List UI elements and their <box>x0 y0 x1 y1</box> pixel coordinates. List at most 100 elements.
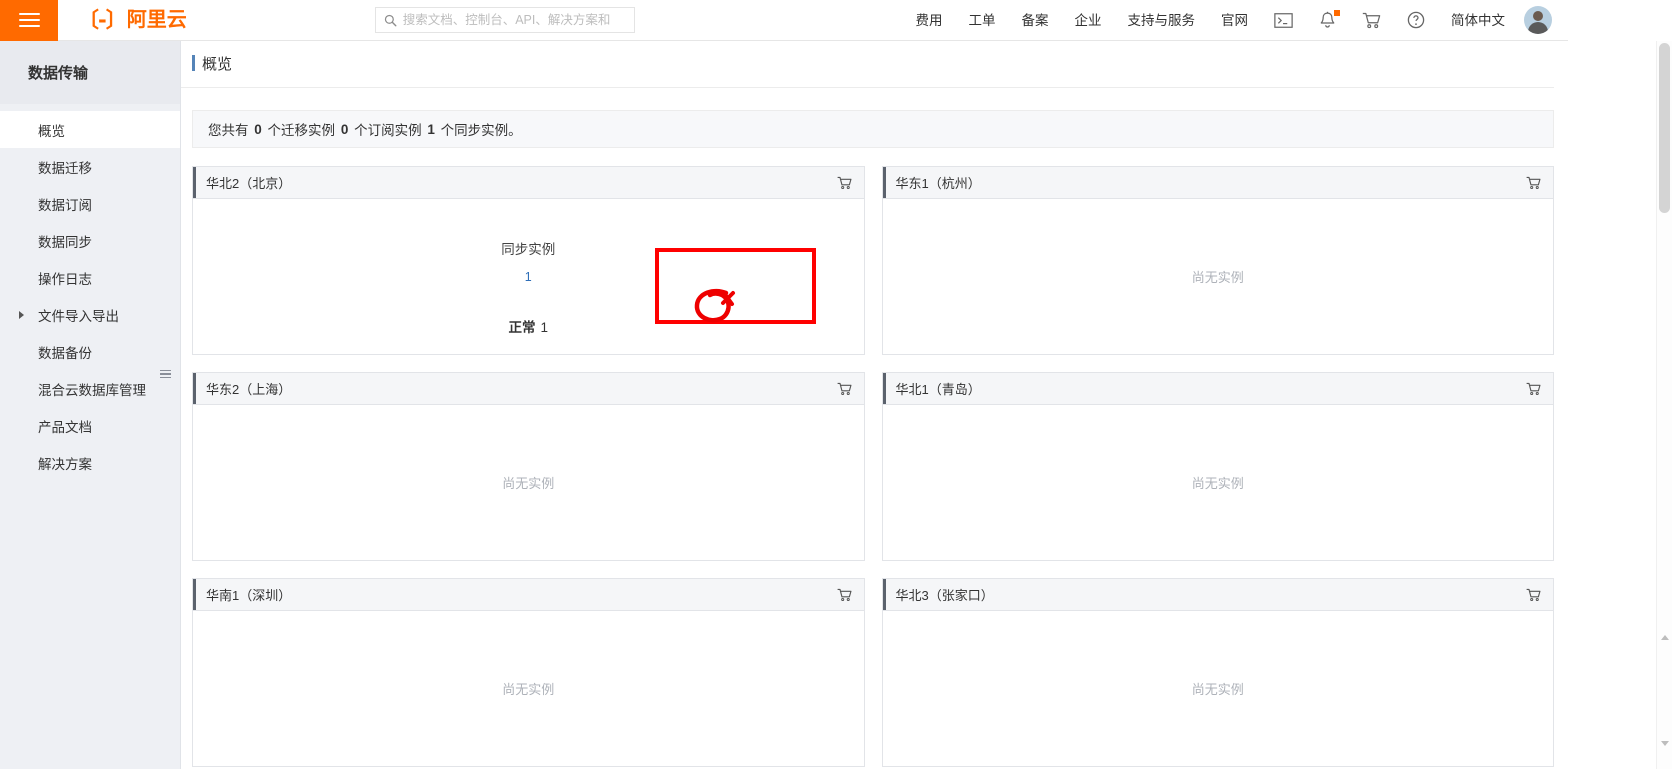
empty-state-text: 尚无实例 <box>1191 270 1244 285</box>
sidebar-item-solutions[interactable]: 解决方案 <box>0 444 180 481</box>
sidebar-item-label: 产品文档 <box>38 419 92 435</box>
sidebar-item-label: 概览 <box>38 123 65 139</box>
sidebar: 数据传输 概览 数据迁移 数据订阅 数据同步 操作日志 文件导入导出 数据备份 … <box>0 41 181 769</box>
aliyun-logo[interactable]: 〔-〕 阿里云 <box>58 0 205 41</box>
notifications-bell-icon[interactable] <box>1306 0 1349 41</box>
red-circle-scribble <box>694 288 735 323</box>
aliyun-logo-text: 阿里云 <box>126 9 187 31</box>
red-highlight-rectangle <box>655 248 816 324</box>
empty-state-text: 尚无实例 <box>502 476 555 491</box>
language-selector[interactable]: 简体中文 <box>1438 0 1518 41</box>
topnav-item-website[interactable]: 官网 <box>1208 0 1261 41</box>
scrollbar-thumb[interactable] <box>1659 43 1670 213</box>
topnav-item-enterprise[interactable]: 企业 <box>1062 0 1115 41</box>
shopping-cart-icon[interactable] <box>1526 176 1541 190</box>
collapse-line <box>160 373 171 375</box>
status-count: 1 <box>540 320 548 335</box>
empty-state-text: 尚无实例 <box>502 682 555 697</box>
sync-instance-box[interactable]: 同步实例 1 <box>446 221 611 301</box>
topnav-item-fees[interactable]: 费用 <box>903 0 956 41</box>
region-card-header: 华北1（青岛） <box>882 373 1553 405</box>
sync-instance-stat: 同步实例 1 正常 1 <box>446 221 611 336</box>
sidebar-item-label: 混合云数据库管理 <box>38 382 146 398</box>
sidebar-item-product-docs[interactable]: 产品文档 <box>0 407 180 444</box>
region-card-body: 尚无实例 <box>883 405 1554 560</box>
hamburger-line <box>18 13 40 15</box>
summary-subscription-unit: 个订阅实例 <box>354 123 422 138</box>
top-navigation-bar: 〔-〕 阿里云 费用 工单 备案 企业 支持与服务 官网 <box>0 0 1568 41</box>
sidebar-item-label: 数据备份 <box>38 345 92 361</box>
summary-suffix: 。 <box>508 123 522 138</box>
hamburger-menu-icon[interactable] <box>0 0 58 41</box>
region-card-header: 华东2（上海） <box>193 373 864 405</box>
console-terminal-icon[interactable] <box>1261 0 1306 41</box>
sidebar-item-overview[interactable]: 概览 <box>0 111 180 148</box>
summary-migration-count: 0 <box>254 121 262 137</box>
region-card-body: 尚无实例 <box>193 405 864 560</box>
shopping-cart-icon[interactable] <box>1349 0 1394 41</box>
sidebar-item-label: 数据同步 <box>38 234 92 250</box>
sync-instance-label: 同步实例 <box>501 242 556 257</box>
shopping-cart-icon[interactable] <box>837 176 852 190</box>
search-input[interactable] <box>402 13 626 27</box>
topnav-item-tickets[interactable]: 工单 <box>956 0 1009 41</box>
region-card-zhangjiakou: 华北3（张家口） 尚无实例 <box>881 578 1554 767</box>
hamburger-line <box>18 19 40 21</box>
shopping-cart-icon[interactable] <box>837 588 852 602</box>
summary-subscription-count: 0 <box>340 121 349 137</box>
sidebar-item-operation-log[interactable]: 操作日志 <box>0 259 180 296</box>
user-avatar[interactable] <box>1524 6 1552 34</box>
summary-migration-unit: 个迁移实例 <box>267 123 336 138</box>
sidebar-product-title: 数据传输 <box>0 41 180 104</box>
region-card-header: 华东1（杭州） <box>882 167 1553 199</box>
region-title: 华东2（上海） <box>206 382 292 397</box>
page-scrollbar[interactable] <box>1656 41 1672 769</box>
main-content: 概览 您共有 0 个迁移实例 0 个订阅实例 1 个同步实例 。 华北2（北京） <box>181 41 1568 769</box>
summary-sync-unit: 个同步实例 <box>440 123 509 138</box>
region-title: 华北1（青岛） <box>895 382 981 397</box>
help-circle-icon[interactable] <box>1394 0 1438 41</box>
avatar-head <box>1533 11 1543 21</box>
top-nav-items: 费用 工单 备案 企业 支持与服务 官网 简体中文 <box>903 0 1569 41</box>
shopping-cart-icon[interactable] <box>1526 382 1541 396</box>
hamburger-line <box>18 25 40 27</box>
empty-state-text: 尚无实例 <box>1191 476 1244 491</box>
chevron-right-icon <box>19 310 24 319</box>
scroll-up-arrow-icon[interactable] <box>1661 635 1669 640</box>
region-card-header: 华南1（深圳） <box>193 579 864 611</box>
shopping-cart-icon[interactable] <box>1526 588 1541 602</box>
region-card-body: 同步实例 1 正常 1 <box>193 199 864 354</box>
instance-status-row: 正常 1 <box>508 316 548 336</box>
summary-prefix: 您共有 <box>208 123 249 138</box>
scroll-down-arrow-icon[interactable] <box>1661 741 1669 746</box>
topnav-item-support[interactable]: 支持与服务 <box>1115 0 1209 41</box>
region-card-beijing: 华北2（北京） 同步实例 1 正常 1 <box>192 166 865 355</box>
region-card-header: 华北3（张家口） <box>882 579 1553 611</box>
sidebar-item-data-sync[interactable]: 数据同步 <box>0 222 180 259</box>
sidebar-menu: 概览 数据迁移 数据订阅 数据同步 操作日志 文件导入导出 数据备份 混合云数据… <box>0 104 180 481</box>
collapse-line <box>160 369 171 372</box>
region-card-hangzhou: 华东1（杭州） 尚无实例 <box>881 166 1554 355</box>
region-card-body: 尚无实例 <box>883 199 1554 354</box>
summary-sync-count: 1 <box>427 121 435 137</box>
sidebar-item-hybrid-cloud-db[interactable]: 混合云数据库管理 <box>0 370 180 407</box>
sync-instance-count-link[interactable]: 1 <box>525 270 532 284</box>
sidebar-item-data-migration[interactable]: 数据迁移 <box>0 148 180 185</box>
sidebar-collapse-handle[interactable] <box>158 363 173 385</box>
sidebar-item-label: 数据迁移 <box>38 160 92 176</box>
page-header: 概览 <box>181 41 1554 88</box>
sidebar-item-data-backup[interactable]: 数据备份 <box>0 333 180 370</box>
status-label: 正常 <box>508 320 536 335</box>
shopping-cart-icon[interactable] <box>837 382 852 396</box>
sidebar-item-file-import-export[interactable]: 文件导入导出 <box>0 296 180 333</box>
instance-summary-bar: 您共有 0 个迁移实例 0 个订阅实例 1 个同步实例 。 <box>192 110 1554 148</box>
search-box[interactable] <box>374 7 635 33</box>
sidebar-item-label: 解决方案 <box>38 456 92 472</box>
region-title: 华东1（杭州） <box>895 176 981 191</box>
topnav-item-icp[interactable]: 备案 <box>1009 0 1062 41</box>
page-title: 概览 <box>192 54 232 72</box>
notification-badge <box>1334 9 1340 16</box>
global-search <box>374 7 635 33</box>
sidebar-item-data-subscription[interactable]: 数据订阅 <box>0 185 180 222</box>
region-card-shenzhen: 华南1（深圳） 尚无实例 <box>192 578 865 767</box>
